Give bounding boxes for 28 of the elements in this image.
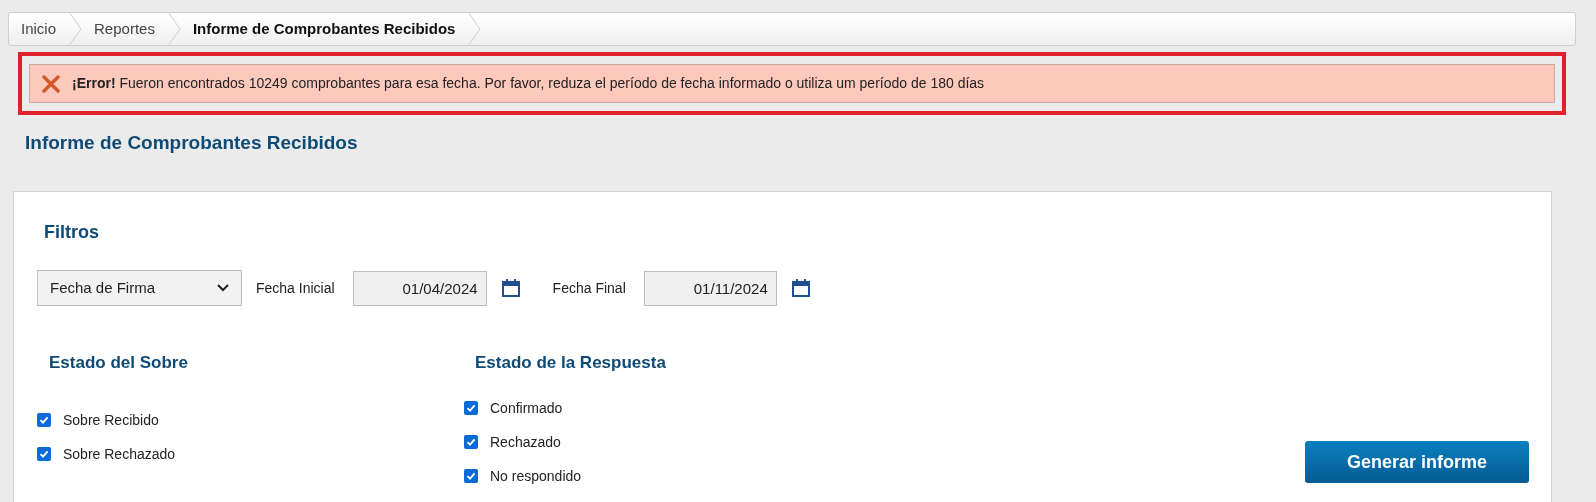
calendar-icon[interactable]	[500, 278, 521, 298]
field-label: Fecha Final	[552, 278, 626, 298]
field-label: Fecha Inicial	[256, 278, 335, 298]
generate-report-button[interactable]: Generar informe	[1305, 441, 1529, 483]
section-title: Estado de la Respuesta	[475, 353, 666, 372]
checkbox[interactable]	[37, 447, 51, 461]
start-date-field[interactable]: 01/04/2024	[352, 270, 487, 306]
caret-icon	[217, 284, 229, 292]
end-date-field[interactable]: 01/11/2024	[643, 270, 777, 306]
checkbox-label: Sobre Recibido	[63, 410, 159, 430]
close-icon	[42, 74, 60, 93]
checkbox[interactable]	[464, 401, 478, 415]
checkbox[interactable]	[464, 435, 478, 449]
breadcrumb-item[interactable]: Reportes	[82, 17, 167, 41]
checkbox[interactable]	[464, 469, 478, 483]
section-title: Estado del Sobre	[49, 353, 188, 372]
checkbox-label: No respondido	[490, 466, 582, 486]
checkbox-label: Confirmado	[490, 398, 563, 418]
page-title: Informe de Comprobantes Recibidos	[25, 132, 358, 153]
checkbox[interactable]	[37, 413, 51, 427]
checkbox-label: Rechazado	[490, 432, 561, 452]
breadcrumb-item[interactable]: Inicio	[9, 17, 69, 41]
calendar-icon[interactable]	[790, 278, 811, 298]
section-title: Filtros	[44, 222, 99, 242]
checkbox-label: Sobre Rechazado	[63, 444, 176, 464]
date-type-select[interactable]: Fecha de Firma	[37, 270, 242, 306]
breadcrumb-item[interactable]: Informe de Comprobantes Recibidos	[180, 17, 468, 41]
error-message: ¡Error! Fueron encontrados 10249 comprobantes para esa fecha. Por favor, reduza el período de fecha informado o utiliza um período de 180 días	[72, 74, 985, 93]
